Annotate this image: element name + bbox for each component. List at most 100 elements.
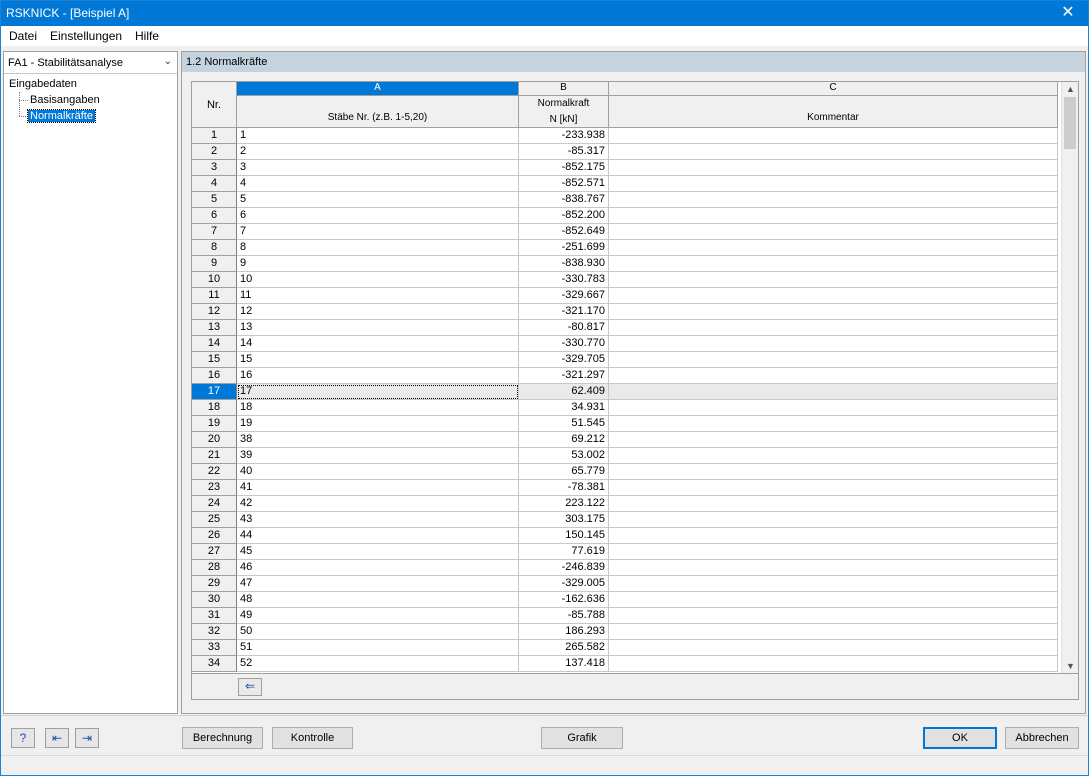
cell-staebe[interactable]: 49 (237, 608, 519, 624)
cell-normalkraft[interactable]: 53.002 (519, 448, 609, 464)
cell-kommentar[interactable] (609, 432, 1058, 448)
cell-staebe[interactable]: 40 (237, 464, 519, 480)
row-number[interactable]: 32 (192, 624, 237, 640)
row-number[interactable]: 1 (192, 128, 237, 144)
cell-staebe[interactable]: 14 (237, 336, 519, 352)
cell-kommentar[interactable] (609, 400, 1058, 416)
cell-normalkraft[interactable]: -251.699 (519, 240, 609, 256)
cell-staebe[interactable]: 47 (237, 576, 519, 592)
cell-normalkraft[interactable]: -246.839 (519, 560, 609, 576)
cell-normalkraft[interactable]: -838.930 (519, 256, 609, 272)
cell-staebe[interactable]: 19 (237, 416, 519, 432)
cell-kommentar[interactable] (609, 192, 1058, 208)
row-number[interactable]: 14 (192, 336, 237, 352)
cell-staebe[interactable]: 50 (237, 624, 519, 640)
cell-normalkraft[interactable]: 223.122 (519, 496, 609, 512)
help-icon[interactable]: ? (11, 728, 35, 748)
cell-normalkraft[interactable]: -852.175 (519, 160, 609, 176)
next-table-icon[interactable]: ⇥ (75, 728, 99, 748)
row-number[interactable]: 5 (192, 192, 237, 208)
cell-kommentar[interactable] (609, 624, 1058, 640)
cell-normalkraft[interactable]: -852.571 (519, 176, 609, 192)
previous-table-icon[interactable]: ⇤ (45, 728, 69, 748)
cell-kommentar[interactable] (609, 320, 1058, 336)
cell-staebe[interactable]: 39 (237, 448, 519, 464)
cell-staebe[interactable]: 16 (237, 368, 519, 384)
kontrolle-button[interactable]: Kontrolle (272, 727, 353, 749)
cell-kommentar[interactable] (609, 160, 1058, 176)
ok-button[interactable]: OK (923, 727, 997, 749)
cell-staebe[interactable]: 52 (237, 656, 519, 672)
table-export-icon[interactable]: ⇐ (238, 678, 262, 696)
cell-normalkraft[interactable]: -162.636 (519, 592, 609, 608)
row-number[interactable]: 22 (192, 464, 237, 480)
row-number[interactable]: 6 (192, 208, 237, 224)
cell-staebe[interactable]: 7 (237, 224, 519, 240)
cell-staebe[interactable]: 42 (237, 496, 519, 512)
cell-kommentar[interactable] (609, 608, 1058, 624)
row-number[interactable]: 9 (192, 256, 237, 272)
cell-kommentar[interactable] (609, 176, 1058, 192)
menu-hilfe[interactable]: Hilfe (135, 29, 159, 43)
cell-normalkraft[interactable]: -330.783 (519, 272, 609, 288)
cell-kommentar[interactable] (609, 368, 1058, 384)
row-number[interactable]: 12 (192, 304, 237, 320)
cell-normalkraft[interactable]: -321.170 (519, 304, 609, 320)
cell-staebe[interactable]: 17 (237, 384, 519, 400)
row-number[interactable]: 15 (192, 352, 237, 368)
cell-normalkraft[interactable]: 62.409 (519, 384, 609, 400)
row-number[interactable]: 16 (192, 368, 237, 384)
cell-normalkraft[interactable]: 34.931 (519, 400, 609, 416)
cell-normalkraft[interactable]: -78.381 (519, 480, 609, 496)
cell-normalkraft[interactable]: 303.175 (519, 512, 609, 528)
cell-kommentar[interactable] (609, 416, 1058, 432)
cell-staebe[interactable]: 15 (237, 352, 519, 368)
cell-kommentar[interactable] (609, 224, 1058, 240)
cell-staebe[interactable]: 2 (237, 144, 519, 160)
cell-normalkraft[interactable]: -321.297 (519, 368, 609, 384)
module-dropdown[interactable]: FA1 - Stabilitätsanalyse ⌄ (4, 52, 177, 74)
column-letter-c[interactable]: C (609, 82, 1058, 96)
cell-kommentar[interactable] (609, 512, 1058, 528)
cell-normalkraft[interactable]: 137.418 (519, 656, 609, 672)
cell-kommentar[interactable] (609, 592, 1058, 608)
row-number[interactable]: 30 (192, 592, 237, 608)
cell-normalkraft[interactable]: 150.145 (519, 528, 609, 544)
cell-staebe[interactable]: 38 (237, 432, 519, 448)
row-number[interactable]: 17 (192, 384, 237, 400)
tree-item-normalkraefte[interactable]: Normalkräfte (27, 109, 96, 123)
row-number[interactable]: 13 (192, 320, 237, 336)
cell-kommentar[interactable] (609, 480, 1058, 496)
scroll-up-icon[interactable]: ▲ (1062, 82, 1078, 96)
cell-staebe[interactable]: 11 (237, 288, 519, 304)
row-number[interactable]: 31 (192, 608, 237, 624)
row-number[interactable]: 11 (192, 288, 237, 304)
cell-staebe[interactable]: 5 (237, 192, 519, 208)
cell-kommentar[interactable] (609, 528, 1058, 544)
cell-staebe[interactable]: 45 (237, 544, 519, 560)
cell-normalkraft[interactable]: 265.582 (519, 640, 609, 656)
cell-normalkraft[interactable]: 69.212 (519, 432, 609, 448)
cell-normalkraft[interactable]: 51.545 (519, 416, 609, 432)
row-number[interactable]: 19 (192, 416, 237, 432)
cell-normalkraft[interactable]: -80.817 (519, 320, 609, 336)
cell-normalkraft[interactable]: -329.667 (519, 288, 609, 304)
cell-normalkraft[interactable]: -233.938 (519, 128, 609, 144)
cell-staebe[interactable]: 9 (237, 256, 519, 272)
cell-normalkraft[interactable]: -852.200 (519, 208, 609, 224)
row-number[interactable]: 18 (192, 400, 237, 416)
cell-staebe[interactable]: 12 (237, 304, 519, 320)
cell-kommentar[interactable] (609, 544, 1058, 560)
row-number[interactable]: 28 (192, 560, 237, 576)
row-number[interactable]: 26 (192, 528, 237, 544)
abbrechen-button[interactable]: Abbrechen (1005, 727, 1079, 749)
cell-kommentar[interactable] (609, 464, 1058, 480)
close-icon[interactable]: ✕ (1048, 1, 1088, 26)
cell-kommentar[interactable] (609, 304, 1058, 320)
cell-staebe[interactable]: 44 (237, 528, 519, 544)
cell-normalkraft[interactable]: -838.767 (519, 192, 609, 208)
cell-kommentar[interactable] (609, 128, 1058, 144)
row-number[interactable]: 23 (192, 480, 237, 496)
cell-staebe[interactable]: 1 (237, 128, 519, 144)
cell-staebe[interactable]: 51 (237, 640, 519, 656)
